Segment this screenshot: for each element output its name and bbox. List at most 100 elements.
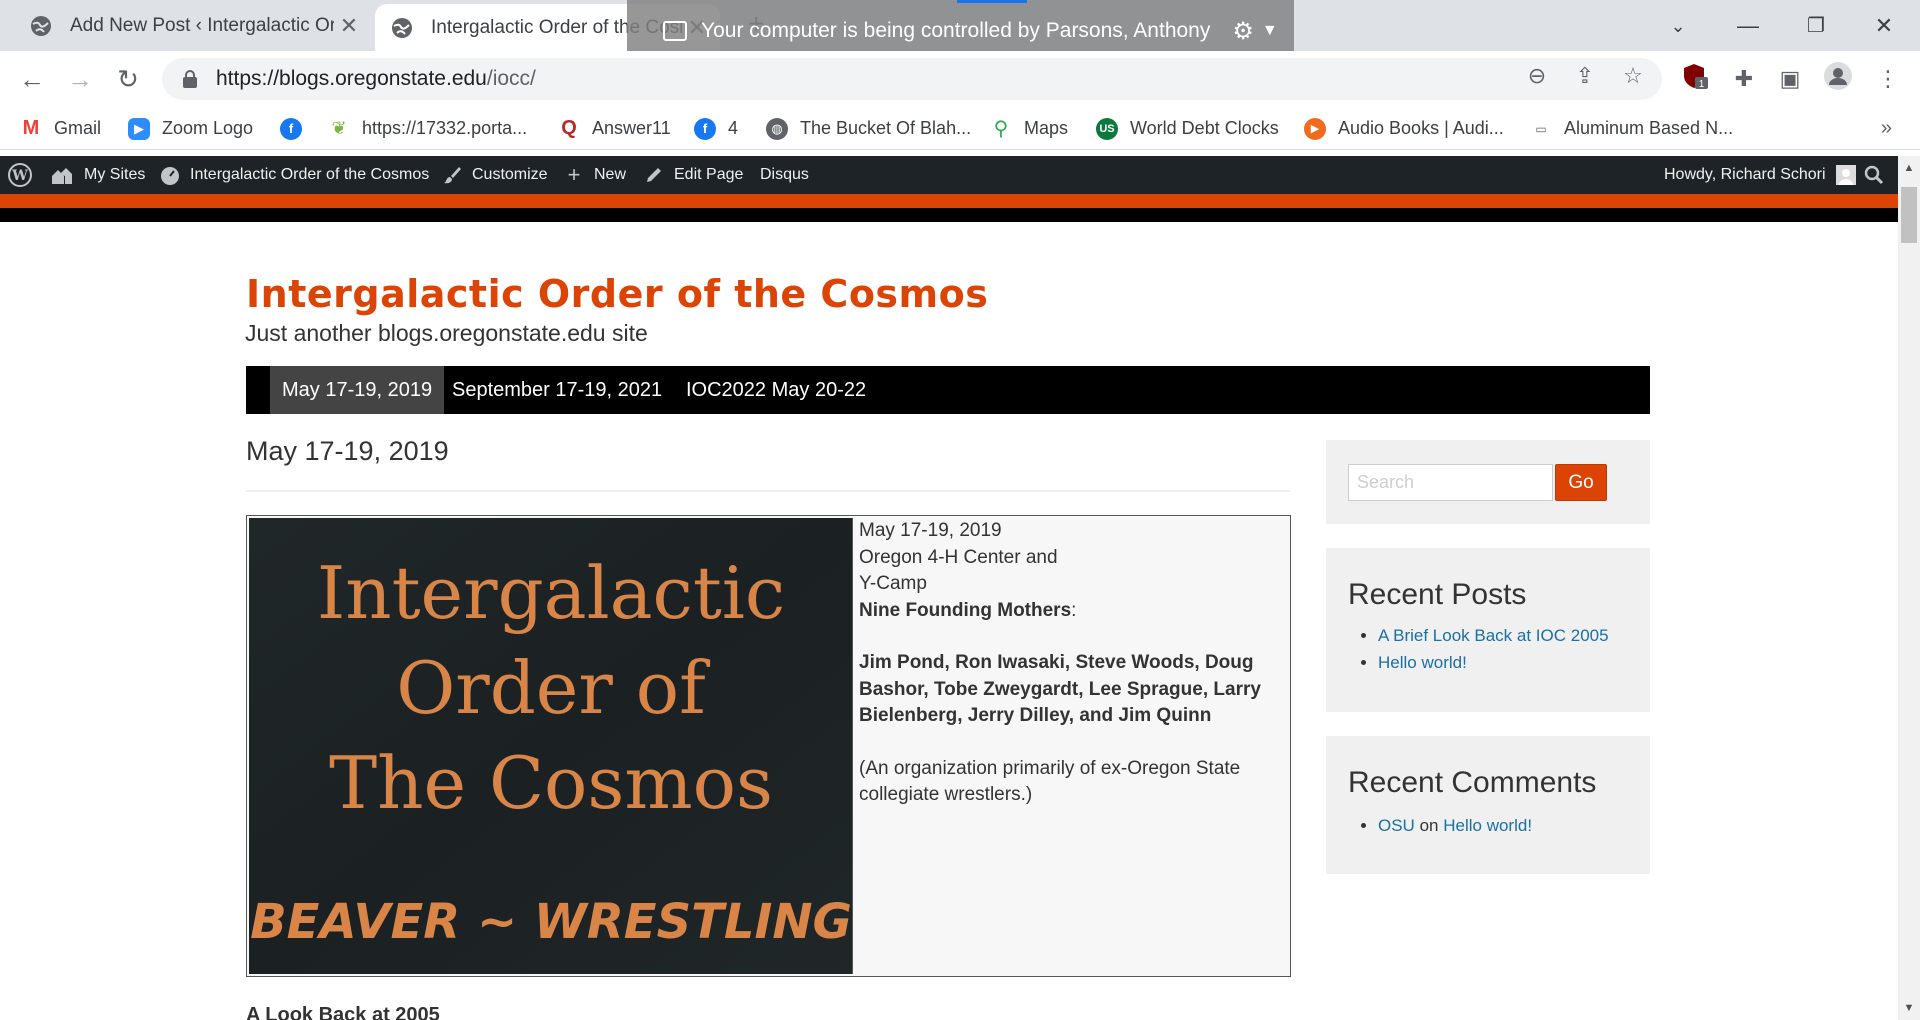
event-date: May 17-19, 2019 [859,520,1002,541]
list-item: A Brief Look Back at IOC 2005 [1378,622,1609,649]
share-icon[interactable]: ⇪ [1568,59,1602,93]
bookmark-aluminum[interactable]: ▭ Aluminum Based N... [1530,107,1733,150]
dashboard-icon [161,167,179,185]
site-title[interactable]: Intergalactic Order of the Cosmos [246,272,988,316]
my-account-menu[interactable]: Howdy, Richard Schori [1664,156,1856,194]
bookmark-world-debt-clocks[interactable]: US World Debt Clocks [1096,107,1279,150]
chevron-down-icon[interactable]: ▼ [1262,22,1278,40]
window-close-icon[interactable]: ✕ [1854,6,1914,46]
founders-list: Jim Pond, Ron Iwasaki, Steve Woods, Doug… [859,652,1261,726]
banner-line-3: The Cosmos [329,741,773,825]
bookmark-maps[interactable]: ⚲ Maps [990,107,1068,150]
facebook-icon: f [694,117,716,140]
disqus-label: Disqus [760,166,809,183]
my-sites-menu[interactable]: My Sites [50,156,145,194]
howdy-label: Howdy, Richard Schori [1664,166,1826,183]
bookmark-gmail[interactable]: M Gmail [20,107,101,150]
new-label: New [594,166,627,183]
bookmark-audio-books[interactable]: ▶ Audio Books | Audi... [1304,107,1504,150]
bookmark-bucket-of-blah[interactable]: ◍ The Bucket Of Blah... [766,107,971,150]
ioc-banner-image: Intergalactic Order of The Cosmos BEAVER… [249,518,853,974]
zoom-icon: ▶ [128,117,150,140]
ioc-banner-art: Intergalactic Order of The Cosmos BEAVER… [249,518,852,974]
play-icon: ▶ [1304,117,1326,140]
restore-icon[interactable]: ❐ [1786,6,1846,46]
zoom-out-icon[interactable]: ⊖ [1520,59,1554,93]
minimize-icon[interactable]: — [1718,6,1778,46]
wordpress-logo-icon: W [8,163,32,187]
extensions-puzzle-icon[interactable]: ✚ [1726,61,1762,97]
edit-page-link[interactable]: Edit Page [644,156,743,194]
shield-icon: 1 [1684,64,1708,90]
bookmark-zoom-logo[interactable]: ▶ Zoom Logo [128,107,253,150]
list-item: OSU on Hello world! [1378,812,1532,839]
bookmark-facebook-4[interactable]: f 4 [694,107,738,150]
page-scrollbar[interactable] [1898,156,1920,1020]
us-debt-icon: US [1096,117,1118,140]
scroll-down-arrow-icon[interactable]: ▼ [1898,996,1920,1020]
recent-post-link[interactable]: Hello world! [1378,653,1467,672]
customize-link[interactable]: Customize [442,156,548,194]
bookmark-label: Zoom Logo [162,118,254,138]
wp-logo-item[interactable]: W [8,156,32,194]
profile-avatar-icon[interactable] [1820,61,1856,97]
recent-post-link[interactable]: A Brief Look Back at IOC 2005 [1378,626,1609,645]
forward-arrow-icon[interactable]: → [62,61,98,97]
ublock-extension-icon[interactable]: 1 [1676,61,1712,97]
main-navigation: May 17-19, 2019 September 17-19, 2021 IO… [246,366,1650,414]
bookmark-portal[interactable]: ❦ https://17332.porta... [328,107,527,150]
side-panel-icon[interactable]: ▣ [1772,61,1808,97]
bookmark-label: Aluminum Based N... [1564,118,1734,138]
site-name-label: Intergalactic Order of the Cosmos [190,166,430,183]
my-sites-icon [52,168,72,184]
comment-author-link[interactable]: OSU [1378,816,1415,835]
post-details-cell: May 17-19, 2019 Oregon 4-H Center and Y-… [859,518,1287,974]
bookmark-answer11[interactable]: Q Answer11 [558,107,671,150]
bookmark-star-icon[interactable]: ☆ [1616,59,1650,93]
event-location-line-1: Oregon 4-H Center and [859,546,1058,568]
founders-heading-line: Nine Founding Mothers: [859,598,1287,625]
share-indicator [957,0,1027,3]
nav-item-september-2021[interactable]: September 17-19, 2021 [440,366,674,414]
url-host: https://blogs.oregonstate.edu [216,67,487,90]
globe-icon [392,17,412,38]
tab-add-new-post[interactable]: Add New Post ‹ Intergalactic Order of th… [0,0,372,51]
new-content-menu[interactable]: + New [564,156,626,194]
comment-post-link[interactable]: Hello world! [1443,816,1532,835]
bookmark-facebook[interactable]: f [280,107,314,150]
banner-line-4: BEAVER ~ WRESTLING [250,894,852,950]
admin-search-icon[interactable] [1864,156,1884,194]
back-arrow-icon[interactable]: ← [14,61,50,97]
recent-comments-list: OSU on Hello world! [1378,812,1532,839]
recent-posts-list: A Brief Look Back at IOC 2005 Hello worl… [1378,622,1609,676]
search-input[interactable] [1348,464,1553,501]
search-go-button[interactable]: Go [1555,464,1607,501]
scroll-up-arrow-icon[interactable]: ▲ [1898,156,1920,180]
bookmarks-overflow-icon[interactable]: » [1881,117,1892,140]
site-name-menu[interactable]: Intergalactic Order of the Cosmos [160,156,429,194]
banner-line-2: Order of [396,646,710,730]
chrome-menu-icon[interactable]: ⋮ [1870,61,1906,97]
browser-tab-strip: Add New Post ‹ Intergalactic Order of th… [0,0,1920,62]
lock-icon [183,70,197,88]
nav-item-may-2019[interactable]: May 17-19, 2019 [270,366,445,414]
disqus-link[interactable]: Disqus [760,156,809,194]
address-bar[interactable]: https://blogs.oregonstate.edu/iocc/ [162,58,1662,100]
edit-page-label: Edit Page [674,166,744,183]
comment-on-text: on [1419,816,1439,835]
bookmark-label: The Bucket Of Blah... [800,118,972,138]
tab-search-chevron-icon[interactable]: ⌄ [1648,6,1708,46]
avatar-icon [1824,62,1852,90]
wp-admin-bar: W My Sites Intergalactic Order of the Co… [0,156,1898,194]
scrollbar-thumb[interactable] [1901,187,1917,243]
bookmark-label: Maps [1024,118,1069,138]
globe-icon [31,15,51,36]
tab-close-icon[interactable]: ✕ [334,13,364,39]
gear-icon[interactable]: ⚙ [1232,17,1254,46]
reload-icon[interactable]: ↻ [110,61,146,97]
nav-item-ioc2022[interactable]: IOC2022 May 20-22 [674,366,878,414]
aluminum-icon: ▭ [1530,117,1552,140]
recent-comments-widget: Recent Comments OSU on Hello world! [1326,736,1650,874]
